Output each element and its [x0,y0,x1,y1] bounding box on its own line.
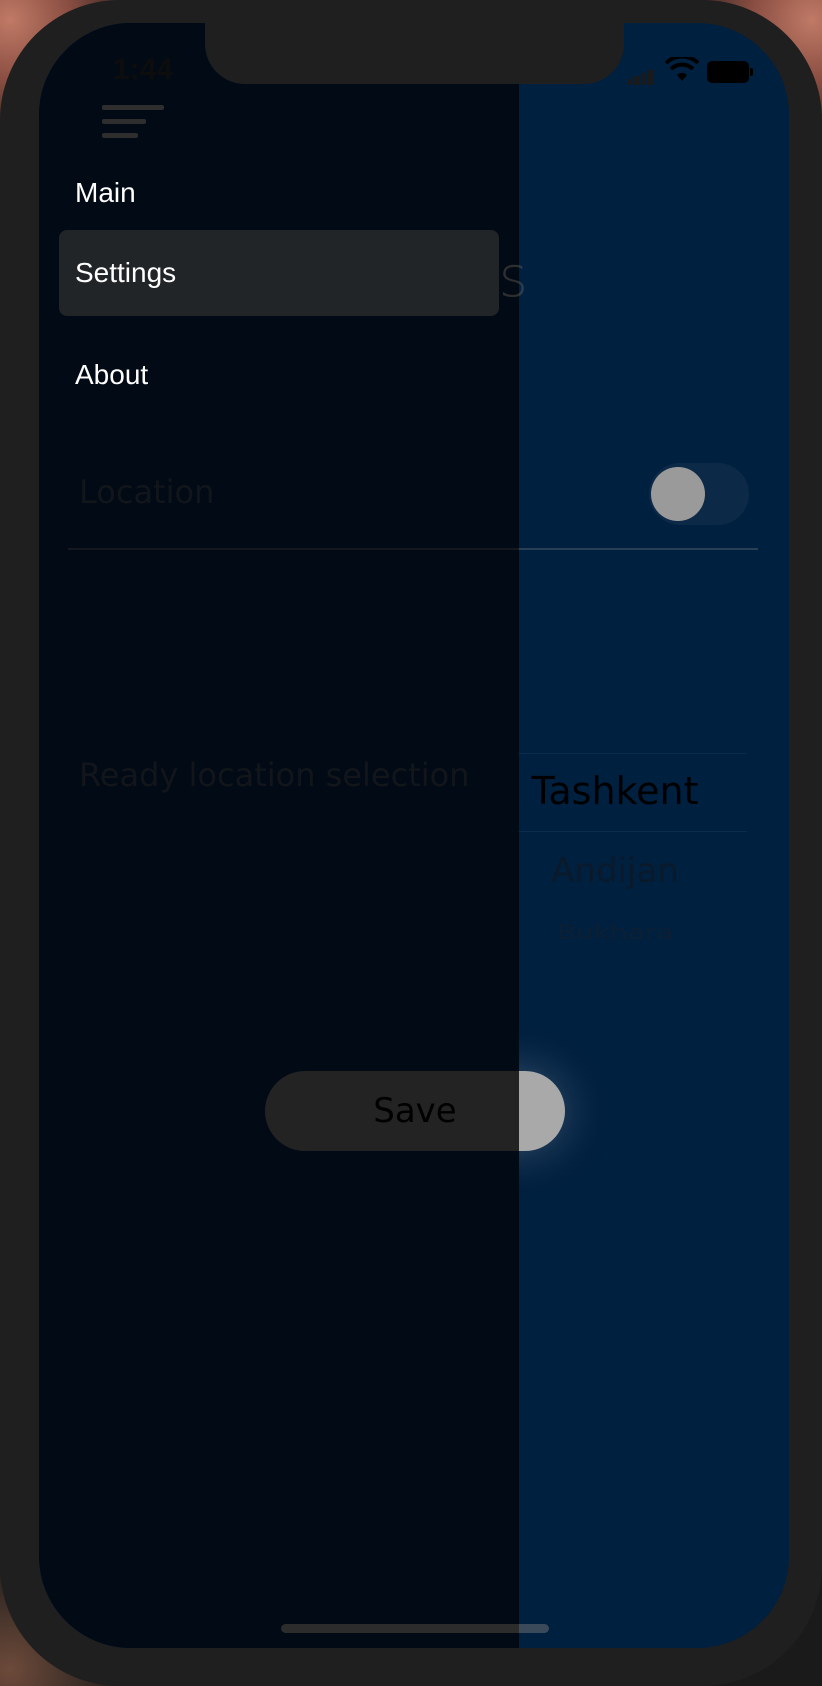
picker-line-bottom [483,831,747,832]
battery-icon [707,61,753,83]
drawer-item-settings[interactable]: Settings [59,230,499,316]
toggle-knob [651,467,705,521]
hamburger-icon-dimmed [102,105,164,139]
signal-icon [627,67,655,85]
status-icons [627,54,757,85]
drawer-item-about[interactable]: About [59,332,499,418]
picker-item-selected[interactable]: Tashkent [483,769,747,813]
city-picker[interactable]: Tashkent Andijan Bukhara [483,729,747,949]
drawer-item-main[interactable]: Main [59,150,499,236]
wifi-icon [664,54,700,88]
navigation-drawer: 1:44 Settings Location Ready location se… [39,23,519,1648]
notch [205,22,624,84]
location-toggle[interactable] [649,463,749,525]
location-label-dimmed: Location [79,473,215,511]
status-time-dimmed: 1:44 [112,53,174,86]
picker-item[interactable]: Bukhara [483,921,747,944]
ready-location-label-dimmed: Ready location selection [79,756,470,794]
screen: 1:44 Settings Location [39,23,789,1648]
home-indicator-dimmed [281,1624,519,1633]
picker-line-top [483,753,747,754]
divider-dimmed [68,548,519,550]
picker-item[interactable]: Andijan [483,851,747,891]
phone-frame: 1:44 Settings Location [0,0,822,1686]
save-label-dimmed: Save [373,1091,457,1131]
